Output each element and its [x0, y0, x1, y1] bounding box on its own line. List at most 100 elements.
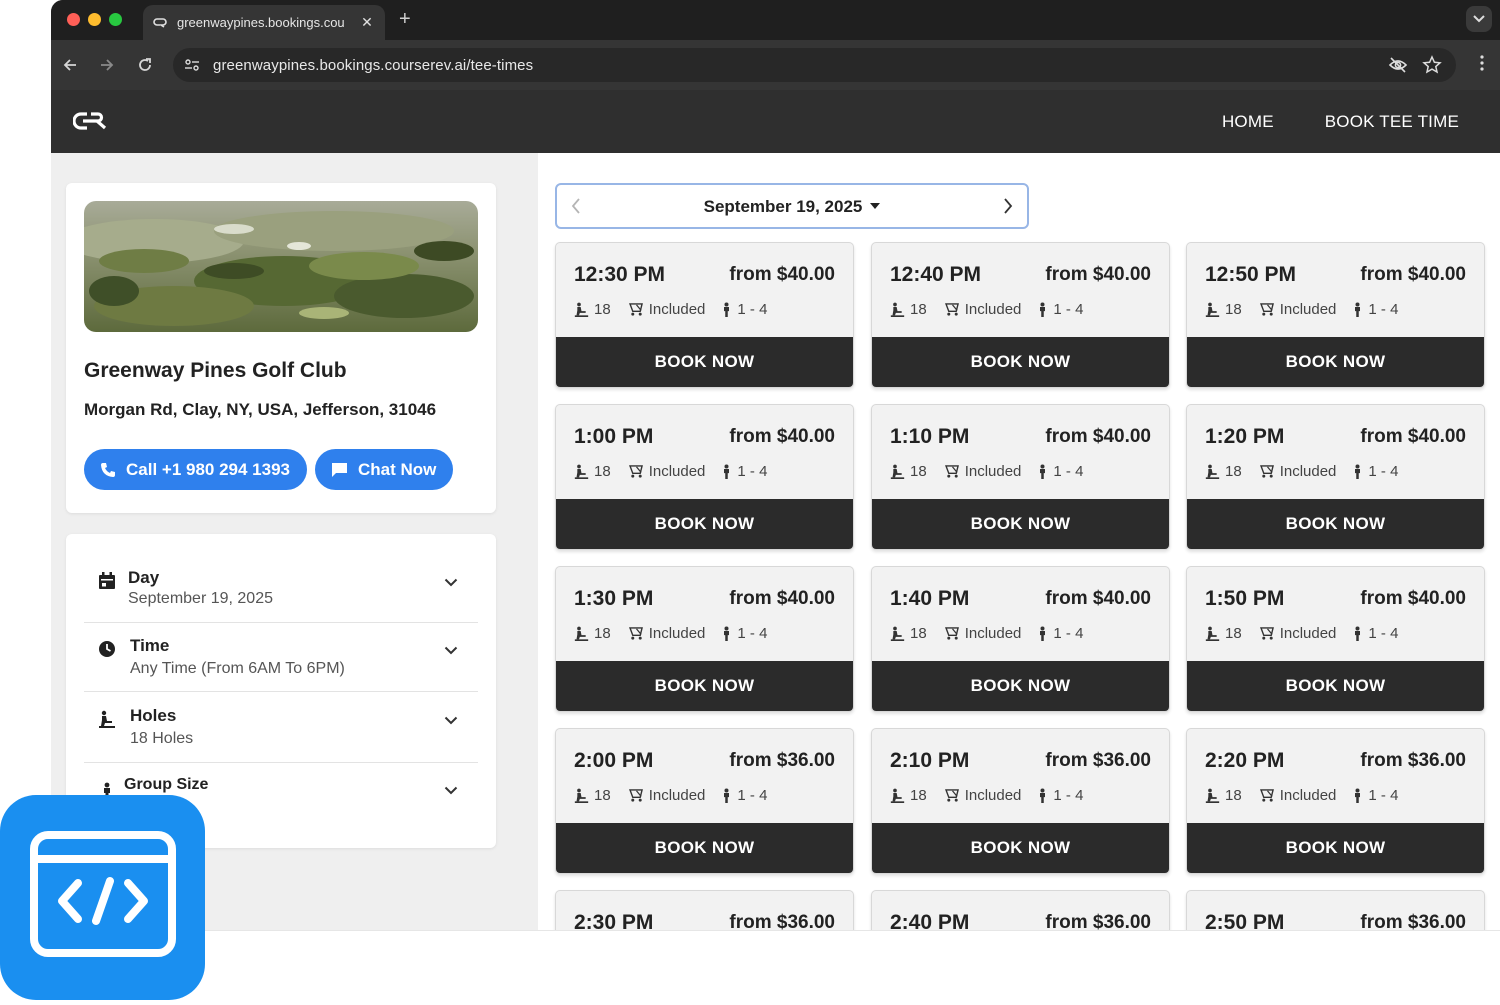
book-now-button[interactable]: BOOK NOW	[556, 337, 853, 387]
book-now-button[interactable]: BOOK NOW	[872, 661, 1169, 711]
tab-search-button[interactable]	[1466, 6, 1492, 32]
bookmark-star-icon[interactable]	[1422, 55, 1442, 75]
book-now-button[interactable]: BOOK NOW	[872, 337, 1169, 387]
tee-price: from $40.00	[1360, 264, 1466, 285]
tee-time-card: 2:20 PM from $36.00 18 Included 1 - 4 BOOK NO…	[1186, 728, 1485, 874]
person-icon	[1040, 626, 1046, 641]
book-now-button[interactable]: BOOK NOW	[556, 661, 853, 711]
chat-button-label: Chat Now	[358, 459, 437, 479]
person-icon	[1040, 788, 1046, 803]
golf-cart-icon	[944, 303, 959, 316]
book-now-button[interactable]: BOOK NOW	[1187, 823, 1484, 873]
tee-meta: 18 Included 1 - 4	[574, 787, 767, 804]
person-icon	[724, 788, 730, 803]
tee-price: from $36.00	[729, 750, 835, 771]
selected-date: September 19, 2025	[703, 197, 863, 216]
filter-day[interactable]: Day September 19, 2025	[84, 568, 478, 618]
back-arrow-icon	[63, 59, 76, 71]
course-aerial-image	[84, 201, 478, 332]
book-now-button[interactable]: BOOK NOW	[1187, 337, 1484, 387]
site-settings-icon[interactable]	[181, 54, 203, 76]
tee-price: from $40.00	[729, 264, 835, 285]
nav-book-tee-time-link[interactable]: BOOK TEE TIME	[1325, 112, 1459, 132]
browser-tab[interactable]: greenwaypines.bookings.cou ✕	[143, 5, 385, 40]
tee-meta: 18 Included 1 - 4	[574, 625, 767, 642]
reload-button[interactable]	[135, 55, 155, 75]
person-icon	[1355, 626, 1361, 641]
tee-meta: 18 Included 1 - 4	[890, 301, 1083, 318]
filter-group-size-title: Group Size	[124, 776, 209, 793]
tee-time: 2:40 PM	[890, 911, 970, 930]
golfer-icon	[890, 302, 905, 317]
golf-cart-icon	[1259, 303, 1274, 316]
tee-price: from $36.00	[729, 912, 835, 930]
date-picker-toggle[interactable]: September 19, 2025	[557, 197, 1027, 217]
tee-time: 1:50 PM	[1205, 587, 1285, 610]
golfer-icon	[890, 464, 905, 479]
courserev-logo[interactable]	[72, 112, 111, 135]
tee-time-card: 1:30 PM from $40.00 18 Included 1 - 4 BOOK NO…	[555, 566, 854, 712]
app-badge	[0, 795, 205, 1000]
tee-time: 1:30 PM	[574, 587, 654, 610]
tee-holes: 18	[910, 625, 927, 642]
browser-toolbar: greenwaypines.bookings.courserev.ai/tee-…	[51, 40, 1500, 90]
filter-holes[interactable]: Holes 18 Holes	[84, 706, 478, 756]
tee-holes: 18	[1225, 625, 1242, 642]
tee-price: from $36.00	[1360, 750, 1466, 771]
eye-slash-icon[interactable]	[1388, 55, 1408, 75]
golfer-icon	[1205, 788, 1220, 803]
golf-cart-icon	[944, 627, 959, 640]
golfer-icon	[574, 788, 589, 803]
caret-down-icon	[870, 202, 881, 209]
tee-time-card: 2:50 PMfrom $36.0018Included1 - 4BOOK NO…	[1186, 890, 1485, 930]
golfer-icon	[1205, 302, 1220, 317]
filter-holes-title: Holes	[130, 706, 177, 725]
book-now-button[interactable]: BOOK NOW	[1187, 661, 1484, 711]
browser-menu-icon[interactable]	[1480, 55, 1484, 76]
chat-button[interactable]: Chat Now	[315, 449, 453, 490]
site-header: HOME BOOK TEE TIME	[51, 90, 1500, 153]
call-button[interactable]: Call +1 980 294 1393	[84, 449, 307, 490]
forward-button[interactable]	[97, 55, 117, 75]
tee-time: 2:20 PM	[1205, 749, 1285, 772]
nav-home-link[interactable]: HOME	[1222, 112, 1274, 132]
tee-time-card: 2:30 PMfrom $36.0018Included1 - 4BOOK NO…	[555, 890, 854, 930]
person-icon	[1040, 464, 1046, 479]
tee-time-card: 12:40 PM from $40.00 18 Included 1 - 4 BOOK N…	[871, 242, 1170, 388]
close-tab-icon[interactable]: ✕	[359, 14, 375, 31]
divider	[84, 691, 478, 692]
new-tab-icon[interactable]: +	[399, 9, 411, 29]
tee-time-card: 1:50 PM from $40.00 18 Included 1 - 4 BOOK NO…	[1186, 566, 1485, 712]
course-card: Greenway Pines Golf Club Morgan Rd, Clay…	[66, 183, 496, 513]
filter-time-value: Any Time (From 6AM To 6PM)	[130, 660, 345, 677]
maximize-window-button[interactable]	[109, 13, 122, 26]
tee-meta: 18 Included 1 - 4	[1205, 787, 1398, 804]
book-now-button[interactable]: BOOK NOW	[872, 499, 1169, 549]
tee-time: 1:10 PM	[890, 425, 970, 448]
tee-players: 1 - 4	[1053, 301, 1084, 318]
filter-time[interactable]: Time Any Time (From 6AM To 6PM)	[84, 636, 478, 686]
next-date-chevron-icon[interactable]	[1003, 198, 1013, 214]
reload-icon	[139, 58, 151, 71]
tee-price: from $40.00	[1360, 426, 1466, 447]
book-now-button[interactable]: BOOK NOW	[1187, 499, 1484, 549]
tee-holes: 18	[594, 301, 611, 318]
tee-holes: 18	[910, 463, 927, 480]
back-button[interactable]	[60, 55, 80, 75]
address-bar[interactable]: greenwaypines.bookings.courserev.ai/tee-…	[173, 48, 1456, 82]
golfer-icon	[574, 464, 589, 479]
close-window-button[interactable]	[67, 13, 80, 26]
tee-cart: Included	[964, 301, 1022, 318]
book-now-button[interactable]: BOOK NOW	[872, 823, 1169, 873]
book-now-button[interactable]: BOOK NOW	[556, 823, 853, 873]
date-picker: September 19, 2025	[555, 183, 1029, 229]
chevron-down-icon	[444, 786, 458, 795]
minimize-window-button[interactable]	[88, 13, 101, 26]
tee-price: from $40.00	[729, 426, 835, 447]
filter-day-title: Day	[128, 568, 160, 587]
tee-holes: 18	[1225, 463, 1242, 480]
tab-strip: greenwaypines.bookings.cou ✕ +	[51, 0, 1500, 40]
book-now-button[interactable]: BOOK NOW	[556, 499, 853, 549]
person-icon	[1040, 302, 1046, 317]
tee-players: 1 - 4	[737, 787, 768, 804]
